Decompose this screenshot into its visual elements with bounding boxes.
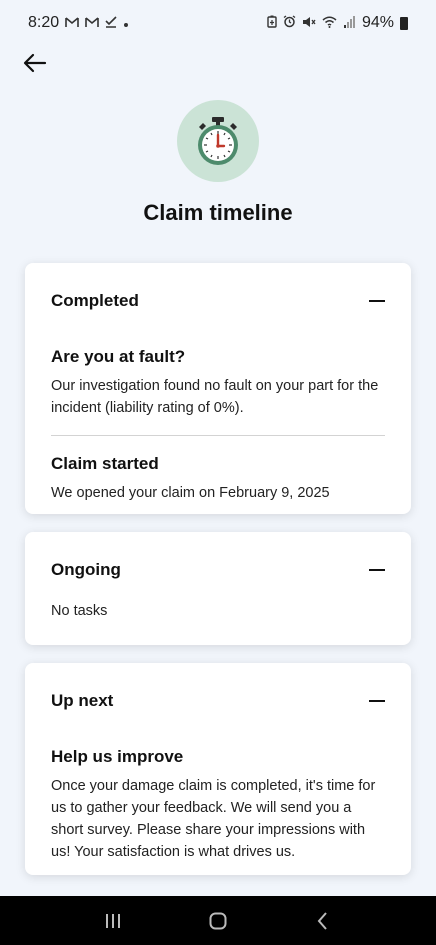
divider [51, 435, 385, 436]
hero-badge [177, 100, 259, 182]
item-title: Are you at fault? [51, 347, 186, 366]
card-title-up-next: Up next [51, 691, 114, 710]
timeline-item: Are you at fault? Our investigation foun… [25, 347, 411, 419]
stopwatch-icon [198, 117, 238, 165]
download-done-icon [105, 15, 117, 31]
signal-icon [343, 15, 356, 31]
recent-apps-button[interactable] [93, 906, 133, 936]
no-tasks-text: No tasks [51, 603, 108, 619]
back-button[interactable] [20, 50, 50, 76]
card-up-next: Up next Help us improve Once your damage… [25, 663, 411, 875]
collapse-button-up-next[interactable] [362, 686, 392, 716]
system-back-button[interactable] [303, 906, 343, 936]
gmail-icon [85, 16, 99, 31]
collapse-button-ongoing[interactable] [362, 555, 392, 585]
collapse-button-completed[interactable] [362, 286, 392, 316]
dot-icon [123, 16, 129, 31]
ongoing-body: No tasks [25, 600, 411, 622]
home-button[interactable] [198, 906, 238, 936]
status-left: 8:20 [28, 14, 129, 32]
minus-icon [369, 300, 385, 302]
status-time: 8:20 [28, 14, 60, 31]
status-right: 94% [267, 14, 408, 32]
status-bar: 8:20 94% [0, 0, 436, 46]
card-ongoing: Ongoing No tasks [25, 532, 411, 645]
card-header-up-next: Up next [25, 663, 411, 739]
home-icon [209, 912, 227, 929]
card-header-ongoing: Ongoing [25, 532, 411, 608]
arrow-left-icon [23, 53, 47, 73]
minus-icon [369, 569, 385, 571]
battery-saver-icon [267, 15, 277, 31]
item-body: Once your damage claim is completed, it'… [51, 778, 376, 860]
item-title: Help us improve [51, 747, 184, 766]
battery-percent: 94% [361, 14, 394, 31]
alarm-icon [283, 15, 296, 31]
recent-apps-icon [105, 913, 120, 928]
page-title: Claim timeline [143, 200, 293, 225]
card-header-completed: Completed [25, 263, 411, 339]
system-nav-bar [0, 896, 436, 945]
item-body: We opened your claim on February 9, 2025 [51, 485, 330, 501]
battery-icon [400, 16, 408, 30]
timeline-item: Help us improve Once your damage claim i… [25, 747, 411, 863]
card-completed: Completed Are you at fault? Our investig… [25, 263, 411, 514]
card-title-completed: Completed [51, 291, 139, 310]
item-body: Our investigation found no fault on your… [51, 378, 379, 416]
minus-icon [369, 700, 385, 702]
gmail-icon [65, 16, 79, 31]
back-icon [317, 911, 328, 930]
wifi-icon [322, 16, 337, 31]
mute-icon [302, 16, 316, 31]
item-title: Claim started [51, 454, 159, 473]
timeline-item: Claim started We opened your claim on Fe… [25, 454, 411, 504]
hero: Claim timeline [0, 100, 436, 226]
card-title-ongoing: Ongoing [51, 560, 121, 579]
